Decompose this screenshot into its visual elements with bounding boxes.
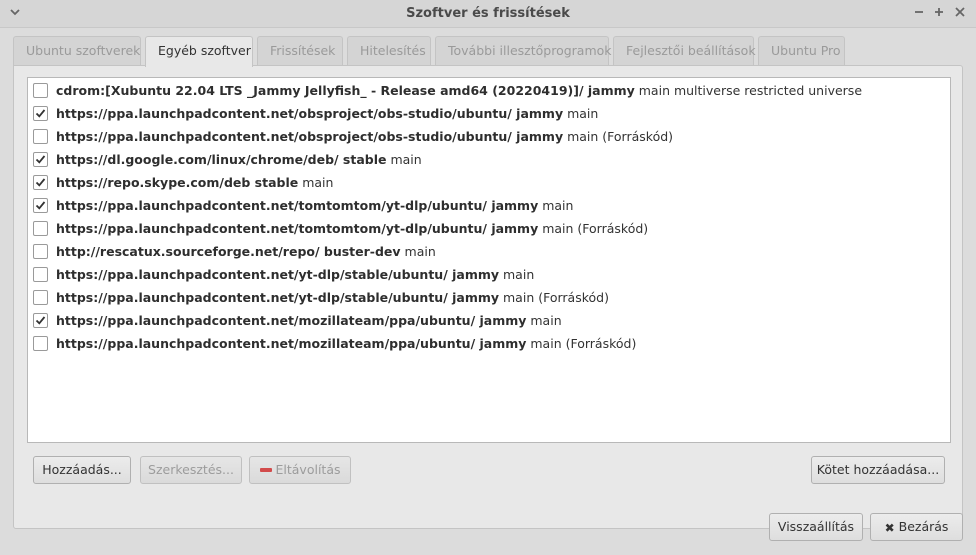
close-icon[interactable]: [951, 5, 969, 23]
source-uri: https://ppa.launchpadcontent.net/tomtomt…: [56, 221, 539, 236]
source-label: https://ppa.launchpadcontent.net/tomtomt…: [56, 217, 648, 240]
list-item[interactable]: https://ppa.launchpadcontent.net/tomtomt…: [28, 194, 950, 217]
source-uri: https://ppa.launchpadcontent.net/yt-dlp/…: [56, 267, 500, 282]
source-label: https://ppa.launchpadcontent.net/mozilla…: [56, 309, 562, 332]
source-label: https://ppa.launchpadcontent.net/obsproj…: [56, 102, 598, 125]
source-components: main: [400, 244, 436, 259]
tab-ubuntu-pro[interactable]: Ubuntu Pro: [758, 36, 845, 66]
checkmark-icon: [35, 201, 46, 210]
source-checkbox[interactable]: [33, 336, 48, 351]
source-label: cdrom:[Xubuntu 22.04 LTS _Jammy Jellyfis…: [56, 79, 862, 102]
source-checkbox[interactable]: [33, 290, 48, 305]
source-checkbox[interactable]: [33, 83, 48, 98]
source-checkbox[interactable]: [33, 313, 48, 328]
source-components: main: [298, 175, 334, 190]
list-item[interactable]: https://ppa.launchpadcontent.net/yt-dlp/…: [28, 286, 950, 309]
list-item[interactable]: https://ppa.launchpadcontent.net/mozilla…: [28, 309, 950, 332]
source-uri: cdrom:[Xubuntu 22.04 LTS _Jammy Jellyfis…: [56, 83, 635, 98]
edit-button[interactable]: Szerkesztés...: [140, 456, 242, 484]
source-uri: https://ppa.launchpadcontent.net/tomtomt…: [56, 198, 539, 213]
source-label: https://repo.skype.com/deb stable main: [56, 171, 333, 194]
list-item[interactable]: https://ppa.launchpadcontent.net/obsproj…: [28, 102, 950, 125]
source-checkbox[interactable]: [33, 152, 48, 167]
tab-panel-other-software: cdrom:[Xubuntu 22.04 LTS _Jammy Jellyfis…: [13, 65, 963, 529]
source-checkbox[interactable]: [33, 175, 48, 190]
source-components: main: [538, 198, 574, 213]
source-components: main (Forráskód): [499, 290, 609, 305]
source-label: http://rescatux.sourceforge.net/repo/ bu…: [56, 240, 436, 263]
source-components: main multiverse restricted universe: [634, 83, 863, 98]
source-components: main (Forráskód): [563, 129, 674, 144]
source-label: https://ppa.launchpadcontent.net/obsproj…: [56, 125, 673, 148]
source-label: https://ppa.launchpadcontent.net/tomtomt…: [56, 194, 573, 217]
remove-button-label: Eltávolítás: [275, 462, 341, 477]
software-sources-list[interactable]: cdrom:[Xubuntu 22.04 LTS _Jammy Jellyfis…: [27, 77, 951, 443]
source-checkbox[interactable]: [33, 221, 48, 236]
window-title: Szoftver és frissítések: [406, 6, 570, 21]
checkmark-icon: [35, 316, 46, 325]
source-label: https://ppa.launchpadcontent.net/mozilla…: [56, 332, 636, 355]
source-components: main (Forráskód): [526, 336, 637, 351]
list-item[interactable]: https://ppa.launchpadcontent.net/yt-dlp/…: [28, 263, 950, 286]
minus-icon: [259, 467, 272, 472]
checkmark-icon: [35, 109, 46, 118]
tab-ubuntu-software[interactable]: Ubuntu szoftverek: [13, 36, 141, 66]
add-volume-button[interactable]: Kötet hozzáadása...: [811, 456, 945, 484]
tab-additional-drivers[interactable]: További illesztőprogramok: [435, 36, 612, 66]
tab-authentication[interactable]: Hitelesítés: [347, 36, 431, 66]
list-item[interactable]: http://rescatux.sourceforge.net/repo/ bu…: [28, 240, 950, 263]
close-button[interactable]: ✖ Bezárás: [870, 513, 963, 541]
source-components: main: [526, 313, 562, 328]
checkmark-icon: [35, 155, 46, 164]
source-checkbox[interactable]: [33, 267, 48, 282]
title-bar: Szoftver és frissítések: [0, 0, 976, 28]
source-uri: https://ppa.launchpadcontent.net/obsproj…: [56, 106, 564, 121]
revert-button[interactable]: Visszaállítás: [769, 513, 863, 541]
source-uri: https://ppa.launchpadcontent.net/mozilla…: [56, 313, 527, 328]
source-label: https://ppa.launchpadcontent.net/yt-dlp/…: [56, 286, 609, 309]
source-uri: https://ppa.launchpadcontent.net/mozilla…: [56, 336, 527, 351]
list-item[interactable]: https://repo.skype.com/deb stable main: [28, 171, 950, 194]
source-uri: https://dl.google.com/linux/chrome/deb/ …: [56, 152, 387, 167]
source-checkbox[interactable]: [33, 244, 48, 259]
source-label: https://ppa.launchpadcontent.net/yt-dlp/…: [56, 263, 534, 286]
source-components: main: [563, 106, 599, 121]
source-checkbox[interactable]: [33, 129, 48, 144]
source-checkbox[interactable]: [33, 198, 48, 213]
source-checkbox[interactable]: [33, 106, 48, 121]
close-button-label: Bezárás: [898, 519, 949, 534]
list-item[interactable]: cdrom:[Xubuntu 22.04 LTS _Jammy Jellyfis…: [28, 79, 950, 102]
x-icon: ✖: [884, 520, 895, 535]
minimize-icon[interactable]: [910, 5, 928, 23]
tab-updates[interactable]: Frissítések: [257, 36, 343, 66]
source-uri: https://repo.skype.com/deb stable: [56, 175, 299, 190]
list-item[interactable]: https://ppa.launchpadcontent.net/mozilla…: [28, 332, 950, 355]
add-button[interactable]: Hozzáadás...: [33, 456, 131, 484]
source-uri: https://ppa.launchpadcontent.net/yt-dlp/…: [56, 290, 500, 305]
window-body: Ubuntu szoftverek Egyéb szoftver Frissít…: [0, 28, 976, 555]
tab-other-software[interactable]: Egyéb szoftver: [145, 36, 253, 67]
remove-button[interactable]: Eltávolítás: [249, 456, 351, 484]
tab-developer-options[interactable]: Fejlesztői beállítások: [613, 36, 756, 66]
source-components: main: [499, 267, 535, 282]
checkmark-icon: [35, 178, 46, 187]
list-item[interactable]: https://ppa.launchpadcontent.net/tomtomt…: [28, 217, 950, 240]
source-uri: https://ppa.launchpadcontent.net/obsproj…: [56, 129, 564, 144]
source-label: https://dl.google.com/linux/chrome/deb/ …: [56, 148, 422, 171]
maximize-icon[interactable]: [930, 5, 948, 23]
source-components: main: [386, 152, 422, 167]
list-item[interactable]: https://dl.google.com/linux/chrome/deb/ …: [28, 148, 950, 171]
list-item[interactable]: https://ppa.launchpadcontent.net/obsproj…: [28, 125, 950, 148]
source-uri: http://rescatux.sourceforge.net/repo/ bu…: [56, 244, 401, 259]
source-components: main (Forráskód): [538, 221, 649, 236]
